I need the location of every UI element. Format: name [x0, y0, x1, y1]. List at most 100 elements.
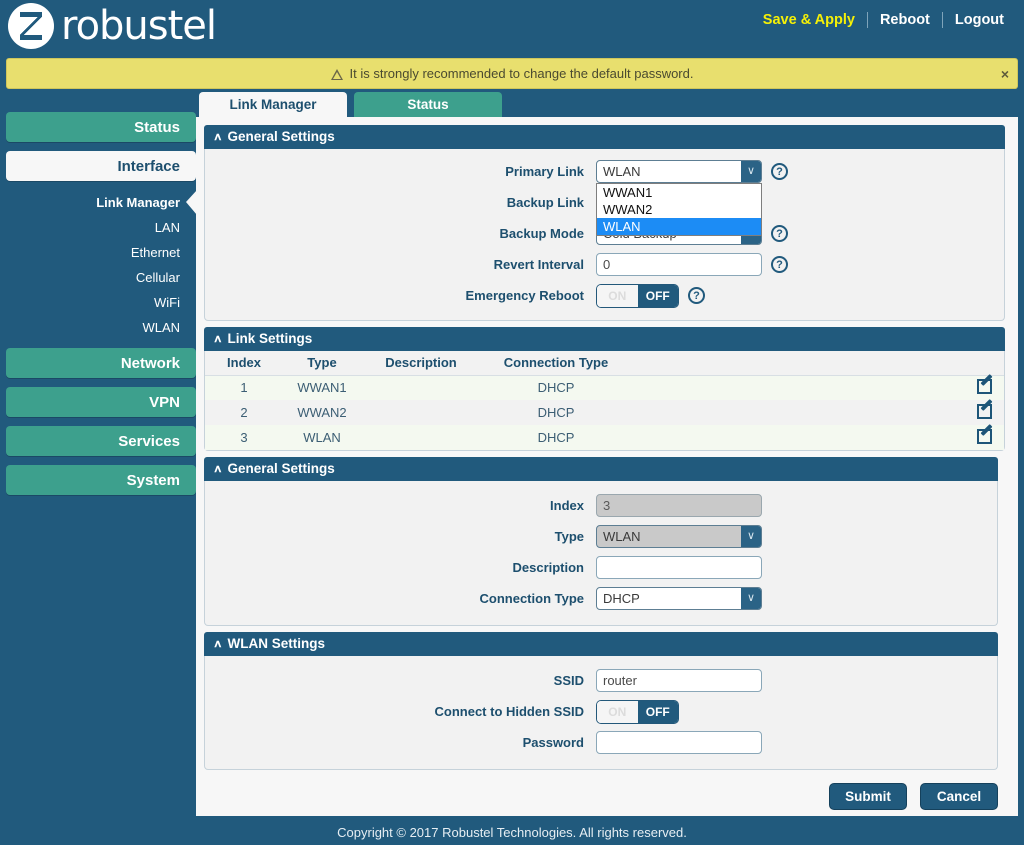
emergency-reboot-label: Emergency Reboot [465, 288, 584, 303]
link-settings-body: Index Type Description Connection Type 1… [204, 351, 1005, 451]
ssid-row: SSID router [205, 665, 997, 696]
chevron-down-icon: ∨ [741, 526, 761, 547]
password-input[interactable] [596, 731, 762, 754]
sidebar-item-wlan[interactable]: WLAN [0, 315, 196, 340]
cell-connection-type: DHCP [481, 375, 631, 400]
cell-connection-type: DHCP [481, 425, 631, 450]
wlan-settings-body: SSID router Connect to Hidden SSID ON OF… [204, 656, 998, 770]
option-wwan1[interactable]: WWAN1 [597, 184, 761, 201]
primary-link-label: Primary Link [505, 164, 584, 179]
link-settings-header[interactable]: ∧ Link Settings [204, 327, 1005, 351]
sidebar-sub-label: WiFi [154, 295, 180, 310]
sidebar: Status Interface Link Manager LAN Ethern… [0, 112, 197, 504]
ssid-label: SSID [553, 673, 584, 688]
cell-connection-type: DHCP [481, 400, 631, 425]
reboot-link[interactable]: Reboot [868, 12, 942, 28]
collapse-caret-icon: ∧ [213, 462, 223, 475]
chevron-down-icon[interactable]: ∨ [741, 588, 761, 609]
table-header-row: Index Type Description Connection Type [205, 351, 1004, 376]
connection-type-select[interactable]: DHCP ∨ [596, 587, 762, 610]
tab-status[interactable]: Status [354, 92, 502, 117]
edit-icon[interactable] [977, 403, 992, 419]
toggle-on-label[interactable]: ON [597, 700, 638, 723]
description-input[interactable] [596, 556, 762, 579]
description-label: Description [512, 560, 584, 575]
connection-type-label: Connection Type [479, 591, 584, 606]
hidden-ssid-label: Connect to Hidden SSID [434, 704, 585, 719]
sidebar-item-link-manager[interactable]: Link Manager [0, 190, 197, 215]
primary-link-value: WLAN [603, 164, 641, 179]
sidebar-label: VPN [149, 393, 180, 411]
sidebar-item-vpn[interactable]: VPN [6, 387, 196, 417]
help-icon[interactable]: ? [771, 225, 788, 242]
toggle-on-label[interactable]: ON [597, 284, 638, 307]
cell-index: 1 [205, 375, 283, 400]
ssid-input[interactable]: router [596, 669, 762, 692]
general-settings-body: Primary Link WLAN ∨ WWAN1 WWAN2 WLAN ? B… [204, 149, 1005, 321]
tab-link-manager[interactable]: Link Manager [199, 92, 347, 117]
help-icon[interactable]: ? [771, 163, 788, 180]
primary-link-options-list[interactable]: WWAN1 WWAN2 WLAN [596, 183, 762, 236]
sidebar-item-ethernet[interactable]: Ethernet [0, 240, 196, 265]
sidebar-item-lan[interactable]: LAN [0, 215, 196, 240]
table-row[interactable]: 2 WWAN2 DHCP [205, 400, 1004, 425]
help-icon[interactable]: ? [771, 256, 788, 273]
main-content: Link Manager Status ∧ General Settings Pr… [196, 92, 1024, 816]
cell-description [361, 375, 481, 400]
cell-index: 3 [205, 425, 283, 450]
panel-title: Link Settings [227, 331, 313, 346]
general-settings-header[interactable]: ∧ General Settings [204, 125, 1005, 149]
sidebar-item-network[interactable]: Network [6, 348, 196, 378]
emergency-reboot-toggle[interactable]: ON OFF [596, 283, 679, 308]
table-row[interactable]: 3 WLAN DHCP [205, 425, 1004, 450]
footer: Copyright © 2017 Robustel Technologies. … [0, 821, 1024, 845]
password-warning-banner: It is strongly recommended to change the… [6, 58, 1018, 89]
sidebar-item-services[interactable]: Services [6, 426, 196, 456]
connection-type-row: Connection Type DHCP ∨ [205, 583, 997, 614]
sidebar-item-system[interactable]: System [6, 465, 196, 495]
toggle-off-label[interactable]: OFF [637, 700, 678, 723]
logout-link[interactable]: Logout [943, 12, 1016, 28]
sidebar-item-cellular[interactable]: Cellular [0, 265, 196, 290]
header-bar: robustel Save & Apply Reboot Logout [0, 0, 1024, 56]
warning-text: It is strongly recommended to change the… [349, 66, 694, 81]
sidebar-label: Status [134, 118, 180, 136]
option-wwan2[interactable]: WWAN2 [597, 201, 761, 218]
link-general-settings-header[interactable]: ∧ General Settings [204, 457, 998, 481]
sidebar-item-wifi[interactable]: WiFi [0, 290, 196, 315]
sidebar-label: System [126, 471, 180, 489]
panel-title: WLAN Settings [227, 636, 326, 651]
index-input: 3 [596, 494, 762, 517]
edit-icon[interactable] [977, 428, 992, 444]
primary-link-row: Primary Link WLAN ∨ WWAN1 WWAN2 WLAN ? [205, 156, 1004, 236]
toggle-off-label[interactable]: OFF [637, 284, 678, 307]
tab-bar: Link Manager Status [199, 92, 1024, 117]
submit-button[interactable]: Submit [829, 782, 907, 810]
cell-actions [631, 400, 1004, 425]
cell-actions [631, 375, 1004, 400]
col-connection-type: Connection Type [481, 351, 631, 376]
hidden-ssid-row: Connect to Hidden SSID ON OFF [205, 696, 997, 727]
edit-icon[interactable] [977, 378, 992, 394]
cancel-button[interactable]: Cancel [920, 782, 998, 810]
help-icon[interactable]: ? [688, 287, 705, 304]
revert-interval-input[interactable]: 0 [596, 253, 762, 276]
password-row: Password [205, 727, 997, 758]
sidebar-item-interface[interactable]: Interface [6, 151, 196, 181]
wlan-settings-header[interactable]: ∧ WLAN Settings [204, 632, 998, 656]
tab-label: Link Manager [229, 97, 317, 112]
link-settings-table: Index Type Description Connection Type 1… [205, 351, 1004, 450]
primary-link-select[interactable]: WLAN ∨ WWAN1 WWAN2 WLAN [596, 160, 762, 236]
save-and-apply-link[interactable]: Save & Apply [751, 12, 867, 28]
type-value: WLAN [603, 529, 641, 544]
sidebar-item-status[interactable]: Status [6, 112, 196, 142]
index-label: Index [550, 498, 584, 513]
option-wlan[interactable]: WLAN [597, 218, 761, 235]
app-window: robustel Save & Apply Reboot Logout It i… [0, 0, 1024, 845]
password-label: Password [522, 735, 584, 750]
close-icon[interactable]: × [1001, 66, 1009, 82]
brand-logo: robustel [8, 3, 217, 49]
hidden-ssid-toggle[interactable]: ON OFF [596, 699, 679, 724]
chevron-down-icon[interactable]: ∨ [741, 161, 761, 182]
table-row[interactable]: 1 WWAN1 DHCP [205, 375, 1004, 400]
